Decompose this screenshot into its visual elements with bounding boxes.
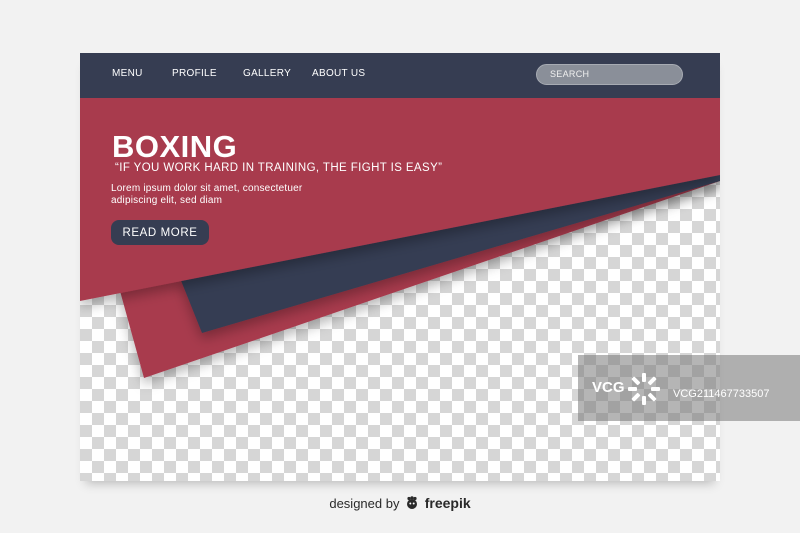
search-input[interactable]: SEARCH — [536, 64, 683, 85]
designer-credit: designed by freepik — [0, 495, 800, 511]
nav-gallery-link[interactable]: GALLERY — [243, 68, 291, 79]
nav-about-us-link[interactable]: ABOUT US — [312, 68, 365, 79]
watermark-burst-icon — [628, 373, 660, 405]
watermark-id-text: VCG211467733507 — [673, 388, 770, 400]
hero-body-line: adipiscing elit, sed diam — [111, 195, 223, 206]
freepik-logo-icon — [407, 496, 418, 509]
hero-quote: “IF YOU WORK HARD IN TRAINING, THE FIGHT… — [115, 162, 443, 174]
hero-body-line: Lorem ipsum dolor sit amet, consectetuer — [111, 183, 303, 194]
credit-prefix: designed by — [329, 496, 400, 511]
nav-menu-link[interactable]: MENU — [112, 68, 143, 79]
read-more-button[interactable]: READ MORE — [111, 220, 209, 245]
watermark-logo-text: VCG — [592, 379, 625, 396]
top-navbar: MENU PROFILE GALLERY ABOUT US SEARCH — [80, 53, 720, 98]
hero-body-text: Lorem ipsum dolor sit amet, consectetuer… — [111, 183, 371, 207]
nav-profile-link[interactable]: PROFILE — [172, 68, 217, 79]
watermark-overlay: VCG VCG211467733507 — [578, 355, 800, 421]
hero-title: BOXING — [112, 129, 238, 164]
credit-brand[interactable]: freepik — [425, 495, 471, 511]
search-placeholder: SEARCH — [550, 69, 590, 79]
